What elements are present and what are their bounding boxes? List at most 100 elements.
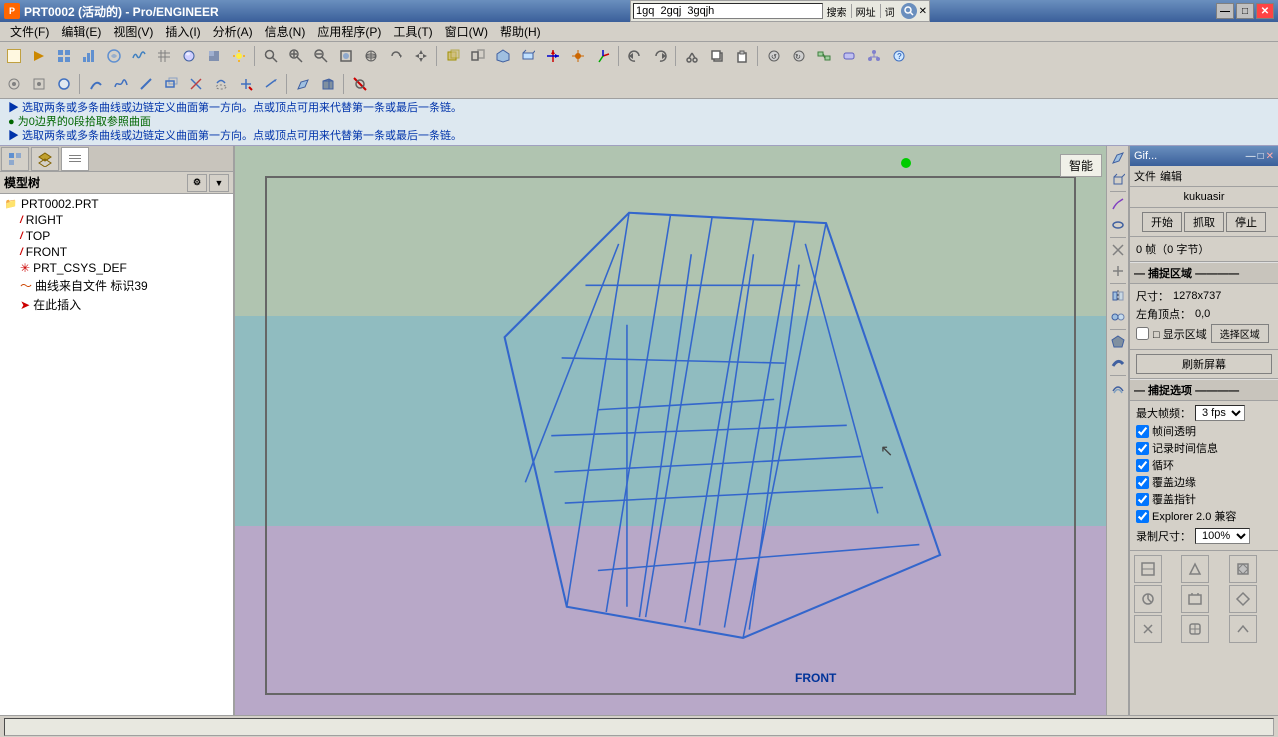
record-size-select[interactable]: 100% bbox=[1195, 528, 1250, 544]
tree-item-curve[interactable]: 〜 曲线来自文件 标识39 bbox=[2, 276, 231, 295]
tree-item-front[interactable]: / FRONT bbox=[2, 244, 231, 260]
tb-zoomout-button[interactable] bbox=[309, 44, 333, 68]
menu-info[interactable]: 信息(N) bbox=[259, 22, 312, 42]
tb-rotate-button[interactable] bbox=[384, 44, 408, 68]
tb2-snap3-button[interactable] bbox=[52, 72, 76, 96]
tb2-intersect-button[interactable] bbox=[184, 72, 208, 96]
gif-close-button[interactable]: ✕ bbox=[1266, 151, 1274, 162]
rt-cross-button[interactable] bbox=[1108, 240, 1128, 260]
panel-tab-active[interactable] bbox=[61, 147, 89, 171]
tb-shade-button[interactable] bbox=[202, 44, 226, 68]
tb-pattern-button[interactable] bbox=[102, 44, 126, 68]
tb2-project-button[interactable] bbox=[209, 72, 233, 96]
tb-switch-button[interactable] bbox=[837, 44, 861, 68]
gif-minimize-button[interactable]: — bbox=[1246, 151, 1256, 162]
gif-stop-button[interactable]: 停止 bbox=[1226, 212, 1266, 232]
tb-csys-button[interactable] bbox=[591, 44, 615, 68]
tb-axis-button[interactable] bbox=[541, 44, 565, 68]
tb-relations-button[interactable] bbox=[812, 44, 836, 68]
refresh-button[interactable]: 刷新屏幕 bbox=[1136, 354, 1272, 374]
tb2-hide-button[interactable] bbox=[348, 72, 372, 96]
tb-regenall-button[interactable]: ↻ bbox=[787, 44, 811, 68]
tb-fit-button[interactable] bbox=[334, 44, 358, 68]
tree-item-root[interactable]: 📁 PRT0002.PRT bbox=[2, 196, 231, 212]
gif-icon-9[interactable] bbox=[1229, 615, 1257, 643]
menu-view[interactable]: 视图(V) bbox=[107, 22, 159, 42]
tb2-trim-button[interactable] bbox=[234, 72, 258, 96]
tb-grid-button[interactable] bbox=[52, 44, 76, 68]
tb-help-button[interactable]: ? bbox=[887, 44, 911, 68]
tb-light-button[interactable] bbox=[227, 44, 251, 68]
tb-point-button[interactable] bbox=[566, 44, 590, 68]
tb-search2-button[interactable] bbox=[259, 44, 283, 68]
tb2-extend-button[interactable] bbox=[259, 72, 283, 96]
rt-blend-button[interactable] bbox=[1108, 215, 1128, 235]
tb2-surface-button[interactable] bbox=[291, 72, 315, 96]
gif-maximize-button[interactable]: □ bbox=[1258, 151, 1264, 162]
viewport-canvas[interactable]: 智能 FRONT ↖ bbox=[235, 146, 1106, 715]
tb2-snap-button[interactable] bbox=[2, 72, 26, 96]
rt-merge-button[interactable] bbox=[1108, 307, 1128, 327]
search-url-button[interactable]: 网址 bbox=[854, 4, 878, 19]
tree-item-right[interactable]: / RIGHT bbox=[2, 212, 231, 228]
menu-tools[interactable]: 工具(T) bbox=[387, 22, 438, 42]
rt-offset2-button[interactable] bbox=[1108, 378, 1128, 398]
gif-icon-2[interactable] bbox=[1181, 555, 1209, 583]
menu-apps[interactable]: 应用程序(P) bbox=[311, 22, 387, 42]
close-window-button[interactable]: ✕ bbox=[1256, 3, 1274, 19]
search-close-button[interactable]: ✕ bbox=[919, 6, 927, 17]
tb2-offset-button[interactable] bbox=[159, 72, 183, 96]
cover-edges-checkbox[interactable] bbox=[1136, 476, 1149, 489]
menu-file[interactable]: 文件(F) bbox=[4, 22, 55, 42]
tree-item-csys[interactable]: ✳ PRT_CSYS_DEF bbox=[2, 260, 231, 276]
menu-analysis[interactable]: 分析(A) bbox=[207, 22, 259, 42]
gif-capture-button[interactable]: 抓取 bbox=[1184, 212, 1224, 232]
tree-filter-button[interactable]: ▼ bbox=[209, 174, 229, 192]
tb-render-button[interactable] bbox=[177, 44, 201, 68]
tb-regenerate-button[interactable]: ↺ bbox=[762, 44, 786, 68]
gif-menu-file[interactable]: 文件 bbox=[1134, 168, 1156, 184]
search-word-button[interactable]: 词 bbox=[883, 4, 897, 19]
tb-model3d-button[interactable] bbox=[491, 44, 515, 68]
tb-zoomin-button[interactable] bbox=[284, 44, 308, 68]
gif-menu-edit[interactable]: 编辑 bbox=[1160, 168, 1182, 184]
search-input[interactable] bbox=[633, 3, 823, 19]
rt-extrude-button[interactable] bbox=[1108, 169, 1128, 189]
rt-solidify-button[interactable] bbox=[1108, 332, 1128, 352]
tb2-snap2-button[interactable] bbox=[27, 72, 51, 96]
explorer-compat-checkbox[interactable] bbox=[1136, 510, 1149, 523]
tb-pan-button[interactable] bbox=[409, 44, 433, 68]
tb-new-button[interactable] bbox=[2, 44, 26, 68]
tb-family-button[interactable] bbox=[862, 44, 886, 68]
tb-2d-button[interactable] bbox=[466, 44, 490, 68]
tb-redo-button[interactable] bbox=[648, 44, 672, 68]
tb2-curve1-button[interactable] bbox=[84, 72, 108, 96]
tb-plane-button[interactable] bbox=[516, 44, 540, 68]
select-region-button[interactable]: 选择区域 bbox=[1211, 324, 1269, 343]
tb-grid2-button[interactable] bbox=[152, 44, 176, 68]
panel-tab-layer[interactable] bbox=[31, 147, 59, 171]
tb-undo-button[interactable] bbox=[623, 44, 647, 68]
tb-triangle-button[interactable] bbox=[27, 44, 51, 68]
timestamp-checkbox[interactable] bbox=[1136, 442, 1149, 455]
gif-start-button[interactable]: 开始 bbox=[1142, 212, 1182, 232]
tb-flip-button[interactable] bbox=[441, 44, 465, 68]
menu-edit[interactable]: 编辑(E) bbox=[55, 22, 107, 42]
rt-mirror-button[interactable] bbox=[1108, 286, 1128, 306]
tb-orient-button[interactable] bbox=[359, 44, 383, 68]
rt-sketch-button[interactable] bbox=[1108, 194, 1128, 214]
gif-icon-7[interactable] bbox=[1134, 615, 1162, 643]
gif-icon-4[interactable] bbox=[1134, 585, 1162, 613]
max-fps-select[interactable]: 3 fps bbox=[1195, 405, 1245, 421]
gif-icon-5[interactable] bbox=[1181, 585, 1209, 613]
tb-copy-button[interactable] bbox=[705, 44, 729, 68]
minimize-button[interactable]: — bbox=[1216, 3, 1234, 19]
cover-cursor-checkbox[interactable] bbox=[1136, 493, 1149, 506]
tb-paste-button[interactable] bbox=[730, 44, 754, 68]
rt-plus-button[interactable] bbox=[1108, 261, 1128, 281]
tree-settings-button[interactable]: ⚙ bbox=[187, 174, 207, 192]
tb2-solidcut-button[interactable] bbox=[316, 72, 340, 96]
rt-surface-button[interactable] bbox=[1108, 148, 1128, 168]
tb2-line-button[interactable] bbox=[134, 72, 158, 96]
gif-icon-6[interactable] bbox=[1229, 585, 1257, 613]
